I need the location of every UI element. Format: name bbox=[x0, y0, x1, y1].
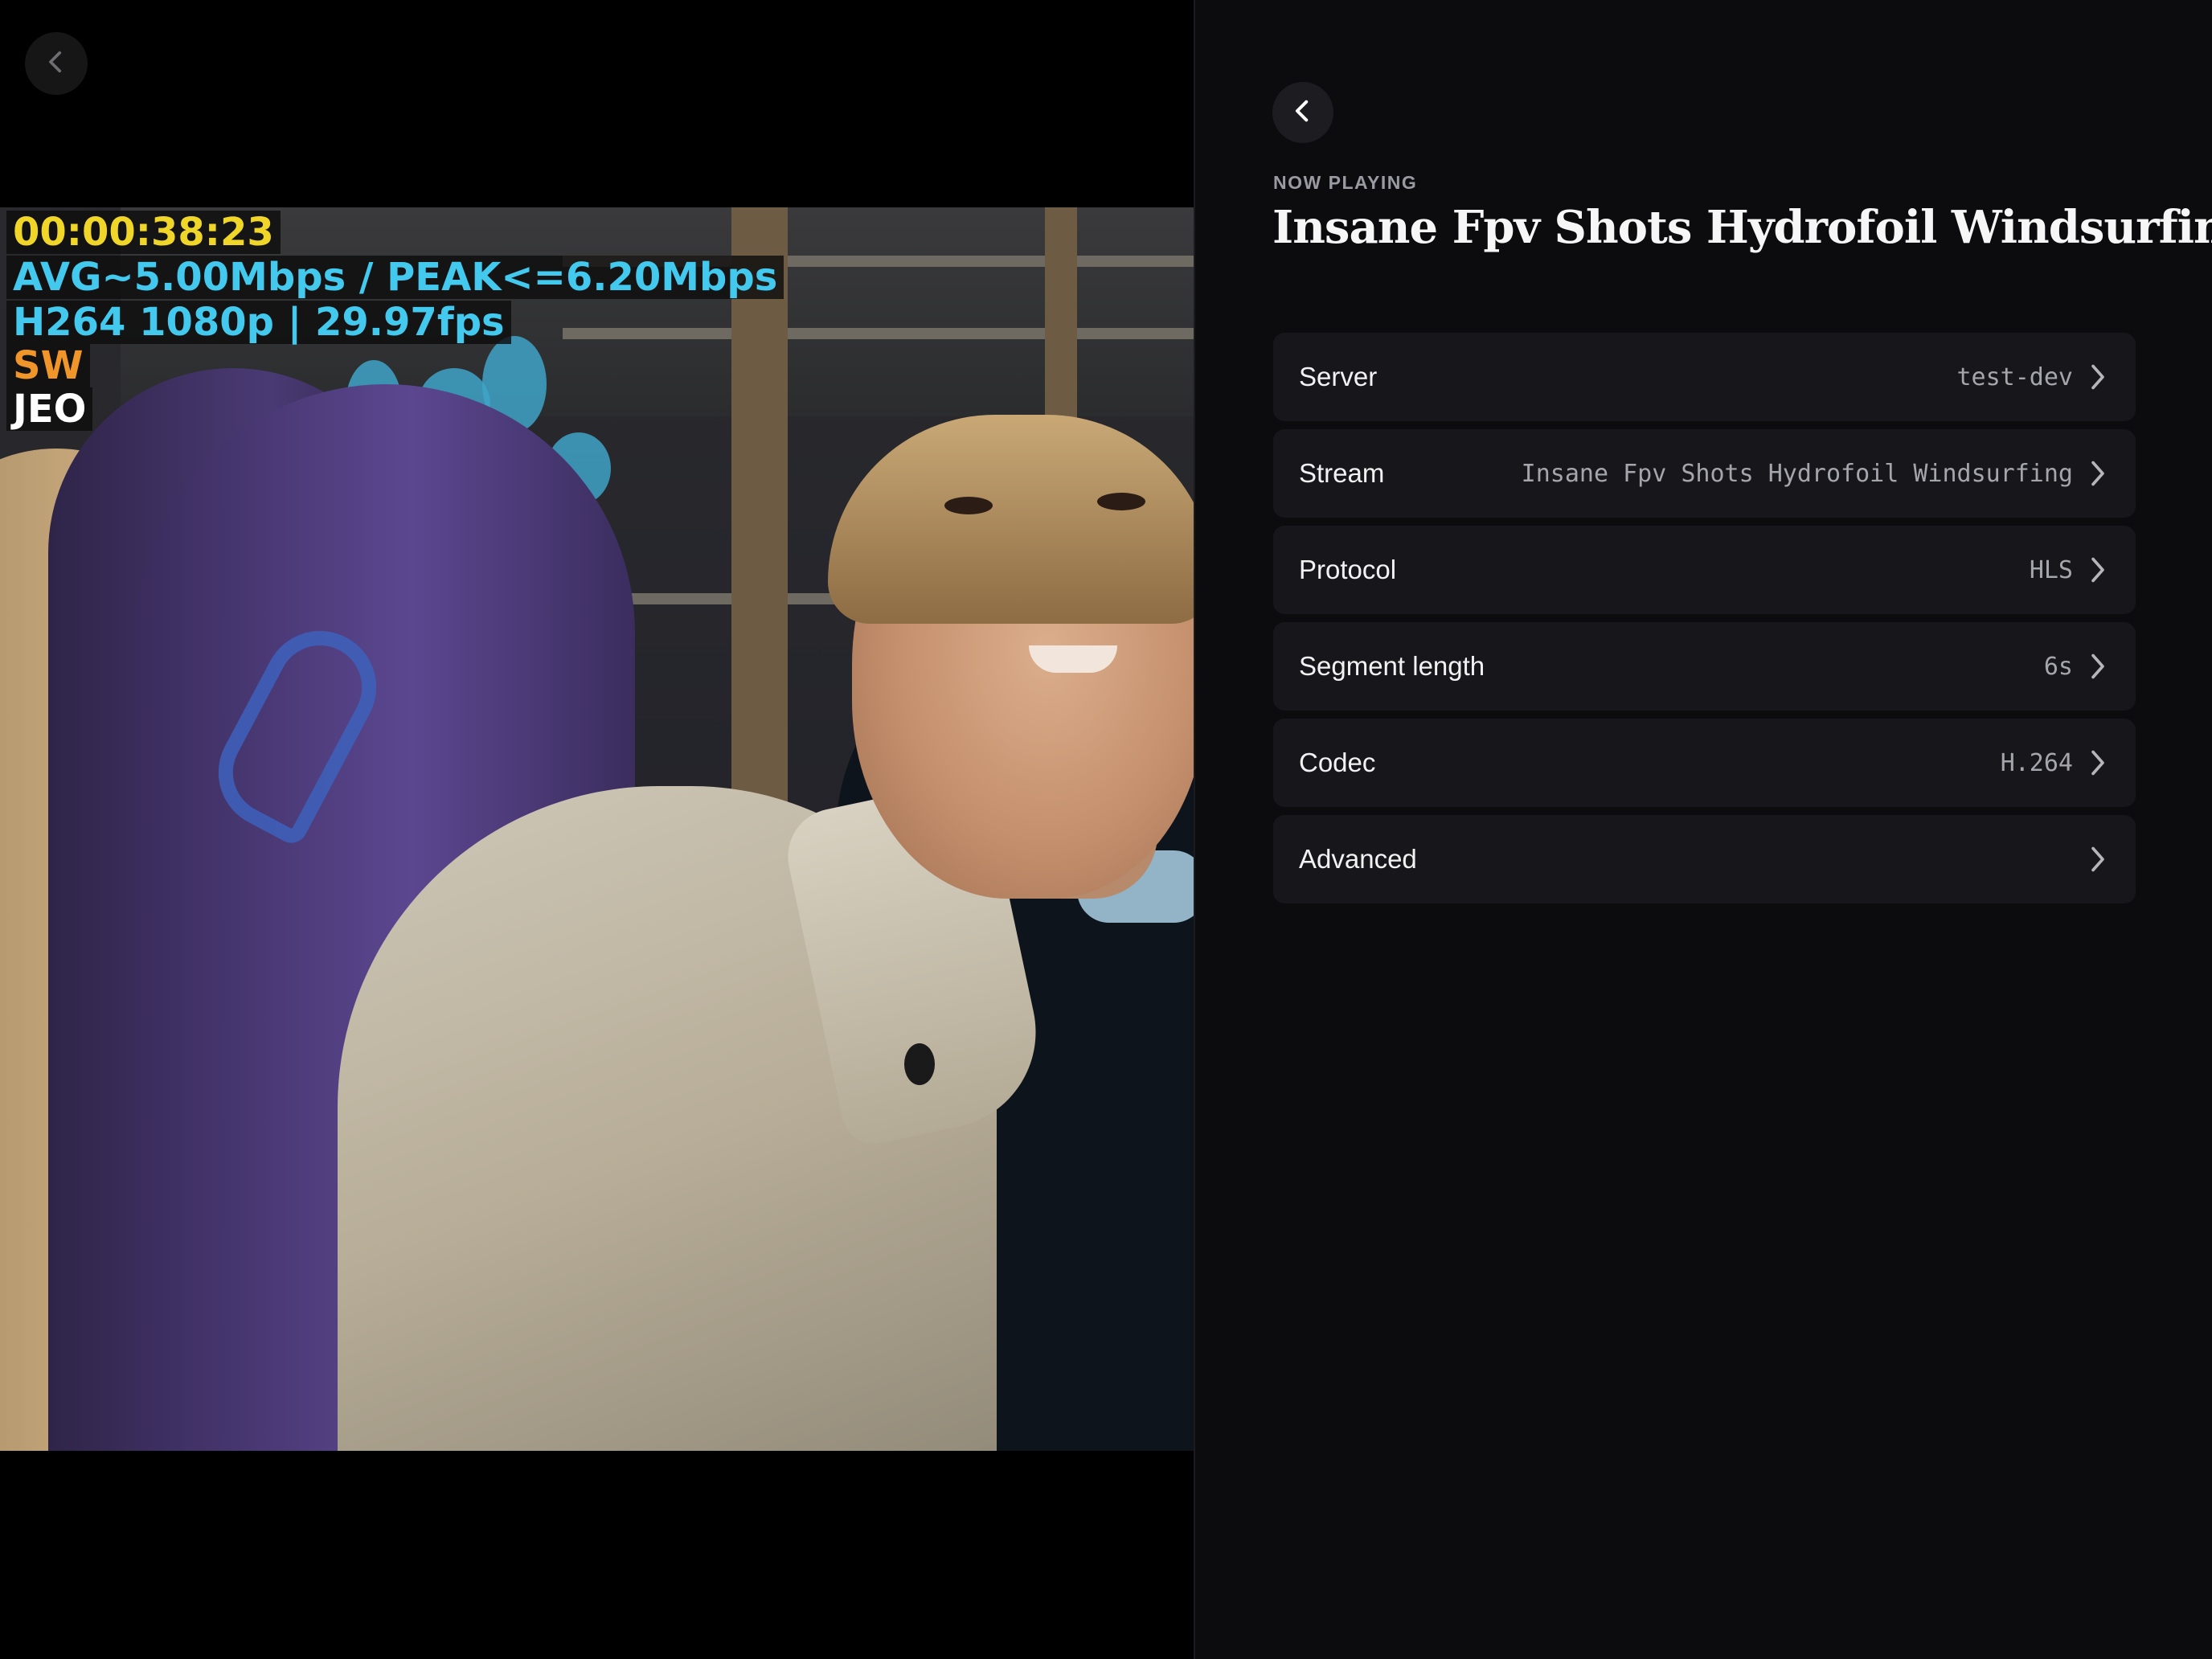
row-right: test-dev bbox=[1957, 363, 2109, 391]
row-right: 6s bbox=[2044, 652, 2108, 681]
settings-list: Server test-dev Stream Insane Fpv Shots … bbox=[1273, 333, 2136, 911]
row-right: Insane Fpv Shots Hydrofoil Windsurfing bbox=[1522, 459, 2108, 488]
scene-eye bbox=[1097, 493, 1145, 510]
row-right bbox=[2073, 845, 2108, 874]
chevron-right-icon bbox=[2087, 363, 2108, 391]
app-root: 00:00:38:23 AVG~5.00Mbps / PEAK<=6.20Mbp… bbox=[0, 0, 2212, 1659]
osd-decoder: SW bbox=[6, 344, 90, 387]
scene-shelf-bar bbox=[563, 328, 1194, 339]
chevron-right-icon bbox=[2087, 459, 2108, 488]
osd-tag: JEO bbox=[6, 387, 93, 431]
video-player[interactable] bbox=[0, 207, 1194, 1451]
row-value: Insane Fpv Shots Hydrofoil Windsurfing bbox=[1521, 459, 2073, 488]
settings-row-segment-length[interactable]: Segment length 6s bbox=[1273, 622, 2136, 711]
row-label: Segment length bbox=[1299, 651, 1485, 681]
settings-row-codec[interactable]: Codec H.264 bbox=[1273, 719, 2136, 807]
settings-row-server[interactable]: Server test-dev bbox=[1273, 333, 2136, 421]
scene-jacket-button bbox=[904, 1043, 935, 1085]
video-pane: 00:00:38:23 AVG~5.00Mbps / PEAK<=6.20Mbp… bbox=[0, 0, 1194, 1659]
settings-row-advanced[interactable]: Advanced bbox=[1273, 815, 2136, 903]
osd-bitrate: AVG~5.00Mbps / PEAK<=6.20Mbps bbox=[6, 256, 784, 299]
osd-timecode: 00:00:38:23 bbox=[6, 211, 281, 254]
chevron-right-icon bbox=[2087, 555, 2108, 584]
row-label: Server bbox=[1299, 362, 1378, 391]
chevron-right-icon bbox=[2087, 748, 2108, 777]
row-label: Stream bbox=[1299, 458, 1385, 488]
row-right: H.264 bbox=[2001, 748, 2108, 777]
row-value: test-dev bbox=[1956, 363, 2074, 391]
now-playing-panel: NOW PLAYING Insane Fpv Shots Hydrofoil W… bbox=[1194, 0, 2212, 1659]
chevron-left-icon bbox=[1289, 97, 1317, 129]
video-scene bbox=[0, 207, 1194, 1451]
video-back-button[interactable] bbox=[25, 32, 88, 95]
scene-mouth bbox=[1029, 645, 1117, 673]
settings-row-stream[interactable]: Stream Insane Fpv Shots Hydrofoil Windsu… bbox=[1273, 429, 2136, 518]
row-value: H.264 bbox=[2000, 748, 2073, 777]
scene-eye bbox=[944, 497, 993, 514]
stream-title: Insane Fpv Shots Hydrofoil Windsurfing bbox=[1272, 201, 2212, 254]
chevron-right-icon bbox=[2087, 652, 2108, 681]
scene-hair bbox=[828, 415, 1194, 624]
row-value: 6s bbox=[2043, 652, 2073, 681]
panel-back-button[interactable] bbox=[1272, 82, 1333, 143]
row-label: Advanced bbox=[1299, 844, 1417, 874]
row-label: Protocol bbox=[1299, 555, 1397, 584]
row-label: Codec bbox=[1299, 748, 1376, 777]
row-value: HLS bbox=[2029, 555, 2073, 584]
now-playing-label: NOW PLAYING bbox=[1273, 172, 1418, 193]
row-right: HLS bbox=[2030, 555, 2108, 584]
chevron-left-icon bbox=[43, 48, 70, 80]
settings-row-protocol[interactable]: Protocol HLS bbox=[1273, 526, 2136, 614]
chevron-right-icon bbox=[2087, 845, 2108, 874]
osd-codec: H264 1080p | 29.97fps bbox=[6, 301, 511, 344]
